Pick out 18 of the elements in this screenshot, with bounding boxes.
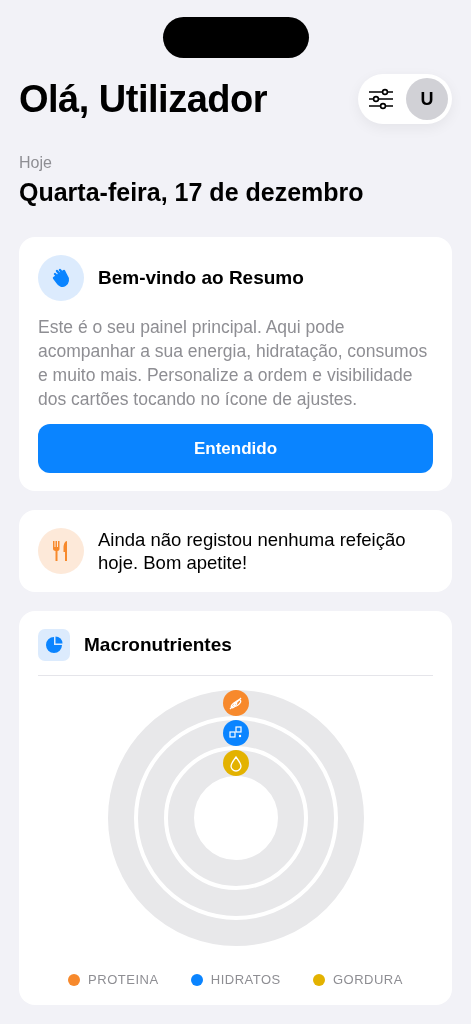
date-label: Hoje (19, 154, 53, 172)
pie-chart-icon (38, 629, 70, 661)
welcome-text: Este é o seu painel principal. Aqui pode acompanhar a sua energia, hidratação, consumos e muito mais. Personalize a ordem e visibilidade dos cartões tocando no ícone de ajustes. (38, 316, 429, 411)
date-text: Quarta-feira, 17 de dezembro (19, 178, 365, 207)
wheat-icon (222, 690, 249, 716)
cubes-icon (222, 720, 249, 746)
waving-hand-icon (38, 255, 84, 301)
legend-label: GORDURA (332, 972, 403, 987)
legend-label: HIDRATOS (210, 972, 281, 987)
legend-label: PROTEINA (88, 972, 159, 987)
card-title: Macronutrientes (84, 634, 232, 656)
meal-message: Ainda não registou nenhuma refeição hoje. Bom apetite! (98, 528, 407, 574)
fork-knife-icon (38, 528, 84, 574)
card-title: Bem-vindo ao Resumo (98, 267, 304, 289)
drop-icon (222, 750, 249, 776)
got-it-button[interactable]: Entendido (38, 424, 433, 473)
greeting-title: Olá, Utilizador (19, 77, 267, 121)
avatar[interactable]: U (406, 78, 448, 120)
